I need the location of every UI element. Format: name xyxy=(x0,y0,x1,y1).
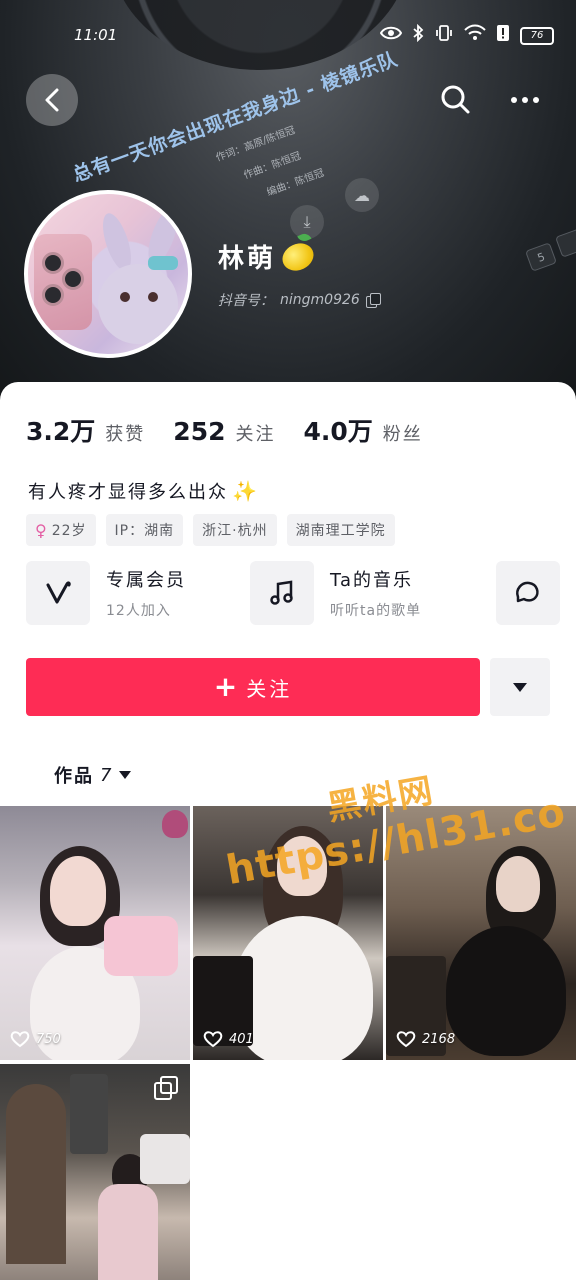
wifi-icon xyxy=(464,24,486,47)
status-time: 11:01 xyxy=(74,26,118,44)
feature-chat[interactable] xyxy=(496,560,576,626)
battery-icon: 76 xyxy=(520,26,554,45)
tab-works-label: 作品 xyxy=(54,766,94,787)
more-dot-icon xyxy=(511,97,517,103)
heart-icon xyxy=(203,1031,223,1048)
avatar-lens-shape xyxy=(42,252,64,274)
female-icon: ♀ xyxy=(35,520,48,540)
avatar-bunny-shape xyxy=(98,264,178,344)
avatar-lens-shape xyxy=(42,284,64,306)
sparkle-icon: ✨ xyxy=(232,479,259,503)
avatar-eye-shape xyxy=(148,292,158,302)
feature-subtitle: 12人加入 xyxy=(106,603,171,619)
profile-card: 3.2万 获赞 252 关注 4.0万 粉丝 有人疼才显得多么出众 ✨ ♀ 22… xyxy=(0,382,576,1280)
douyin-id: ningm0926 xyxy=(280,292,360,308)
feature-title: Ta的音乐 xyxy=(330,570,414,591)
heart-icon xyxy=(396,1031,416,1048)
stat-value: 252 xyxy=(173,417,226,446)
like-count-value: 401 xyxy=(229,1031,254,1047)
video-tile[interactable] xyxy=(0,1064,190,1280)
profile-name-row: 林萌 xyxy=(218,230,319,276)
like-count: 401 xyxy=(203,1030,254,1048)
tag-age: ♀ 22岁 xyxy=(26,514,96,546)
stat-followers[interactable]: 4.0万 粉丝 xyxy=(303,412,422,448)
search-icon xyxy=(441,85,470,114)
status-bar: 11:01 76 xyxy=(0,22,576,50)
cloud-deco-icon: ☁ xyxy=(345,178,379,212)
profile-name: 林萌 xyxy=(218,244,277,274)
profile-page: 总有一天你会出现在我身边 - 棱镜乐队 作词：高原/陈恒冠 作曲：陈恒冠 编曲：… xyxy=(0,0,576,1280)
follow-button[interactable]: + 关注 xyxy=(26,658,480,716)
search-button[interactable] xyxy=(436,80,476,120)
stat-value: 4.0万 xyxy=(303,417,373,446)
stats-row: 3.2万 获赞 252 关注 4.0万 粉丝 xyxy=(26,412,423,448)
stat-following[interactable]: 252 关注 xyxy=(173,417,275,446)
stat-label: 获赞 xyxy=(105,424,146,445)
key-deco: 5 xyxy=(525,242,557,272)
lemon-icon xyxy=(278,230,319,276)
copy-icon[interactable] xyxy=(365,293,381,308)
tag-school[interactable]: 湖南理工学院 xyxy=(286,514,395,546)
alert-icon xyxy=(496,24,510,47)
heart-icon xyxy=(10,1031,30,1048)
stat-likes[interactable]: 3.2万 获赞 xyxy=(26,412,145,448)
avatar-eye-shape xyxy=(120,292,130,302)
stat-label: 粉丝 xyxy=(382,424,423,445)
more-dot-icon xyxy=(533,97,539,103)
stat-value: 3.2万 xyxy=(26,417,96,446)
feature-title: 专属会员 xyxy=(106,570,186,591)
eye-icon xyxy=(379,25,403,46)
like-count-value: 2168 xyxy=(422,1031,456,1047)
avatar[interactable] xyxy=(24,190,192,358)
video-tile[interactable]: 2168 xyxy=(386,806,576,1060)
recommend-dropdown-button[interactable] xyxy=(490,658,550,716)
tag-location: 浙江·杭州 xyxy=(193,514,277,546)
lyric-text: 总有一天你会出现在我身边 - 棱镜乐队 xyxy=(69,48,401,187)
more-dot-icon xyxy=(522,97,528,103)
douyin-id-label: 抖音号： xyxy=(218,293,274,309)
avatar-bow-shape xyxy=(148,256,178,270)
tag-age-label: 22岁 xyxy=(51,523,87,539)
bio: 有人疼才显得多么出众 ✨ xyxy=(28,478,259,504)
profile-banner: 总有一天你会出现在我身边 - 棱镜乐队 作词：高原/陈恒冠 作曲：陈恒冠 编曲：… xyxy=(0,0,576,410)
tag-ip: IP：湖南 xyxy=(105,514,184,546)
feature-cards: 专属会员 12人加入 Ta的音乐 听听ta的歌单 xyxy=(26,560,576,626)
plus-icon: + xyxy=(213,670,241,703)
feature-membership[interactable]: 专属会员 12人加入 xyxy=(26,560,186,626)
feature-music[interactable]: Ta的音乐 听听ta的歌单 xyxy=(250,560,421,626)
douyin-id-row[interactable]: 抖音号： ningm0926 xyxy=(218,290,381,310)
avatar-lens-shape xyxy=(62,268,84,290)
key-deco xyxy=(555,228,576,258)
tab-works-count: 7 xyxy=(100,764,114,786)
multi-image-icon xyxy=(154,1076,178,1100)
back-button[interactable] xyxy=(26,74,78,126)
caret-down-icon xyxy=(119,771,132,779)
follow-label: 关注 xyxy=(246,676,293,701)
profile-tags: ♀ 22岁 IP：湖南 浙江·杭州 湖南理工学院 xyxy=(26,514,395,546)
caret-down-icon xyxy=(513,682,527,692)
like-count: 750 xyxy=(10,1030,61,1048)
status-icons: 76 xyxy=(379,23,554,47)
video-tile[interactable]: 750 xyxy=(0,806,190,1060)
stat-label: 关注 xyxy=(235,424,276,445)
music-note-icon xyxy=(250,561,314,625)
chat-bubble-icon xyxy=(496,561,560,625)
v-logo-icon xyxy=(26,561,90,625)
more-options-button[interactable] xyxy=(505,80,545,120)
video-tile[interactable]: 401 xyxy=(193,806,383,1060)
chevron-left-icon xyxy=(45,88,59,112)
like-count: 2168 xyxy=(396,1030,455,1048)
feature-subtitle: 听听ta的歌单 xyxy=(330,603,422,619)
vibrate-icon xyxy=(434,24,454,47)
tab-works[interactable]: 作品 7 xyxy=(54,762,132,788)
like-count-value: 750 xyxy=(36,1031,61,1047)
bluetooth-icon xyxy=(412,23,424,47)
bio-text: 有人疼才显得多么出众 xyxy=(28,482,228,503)
